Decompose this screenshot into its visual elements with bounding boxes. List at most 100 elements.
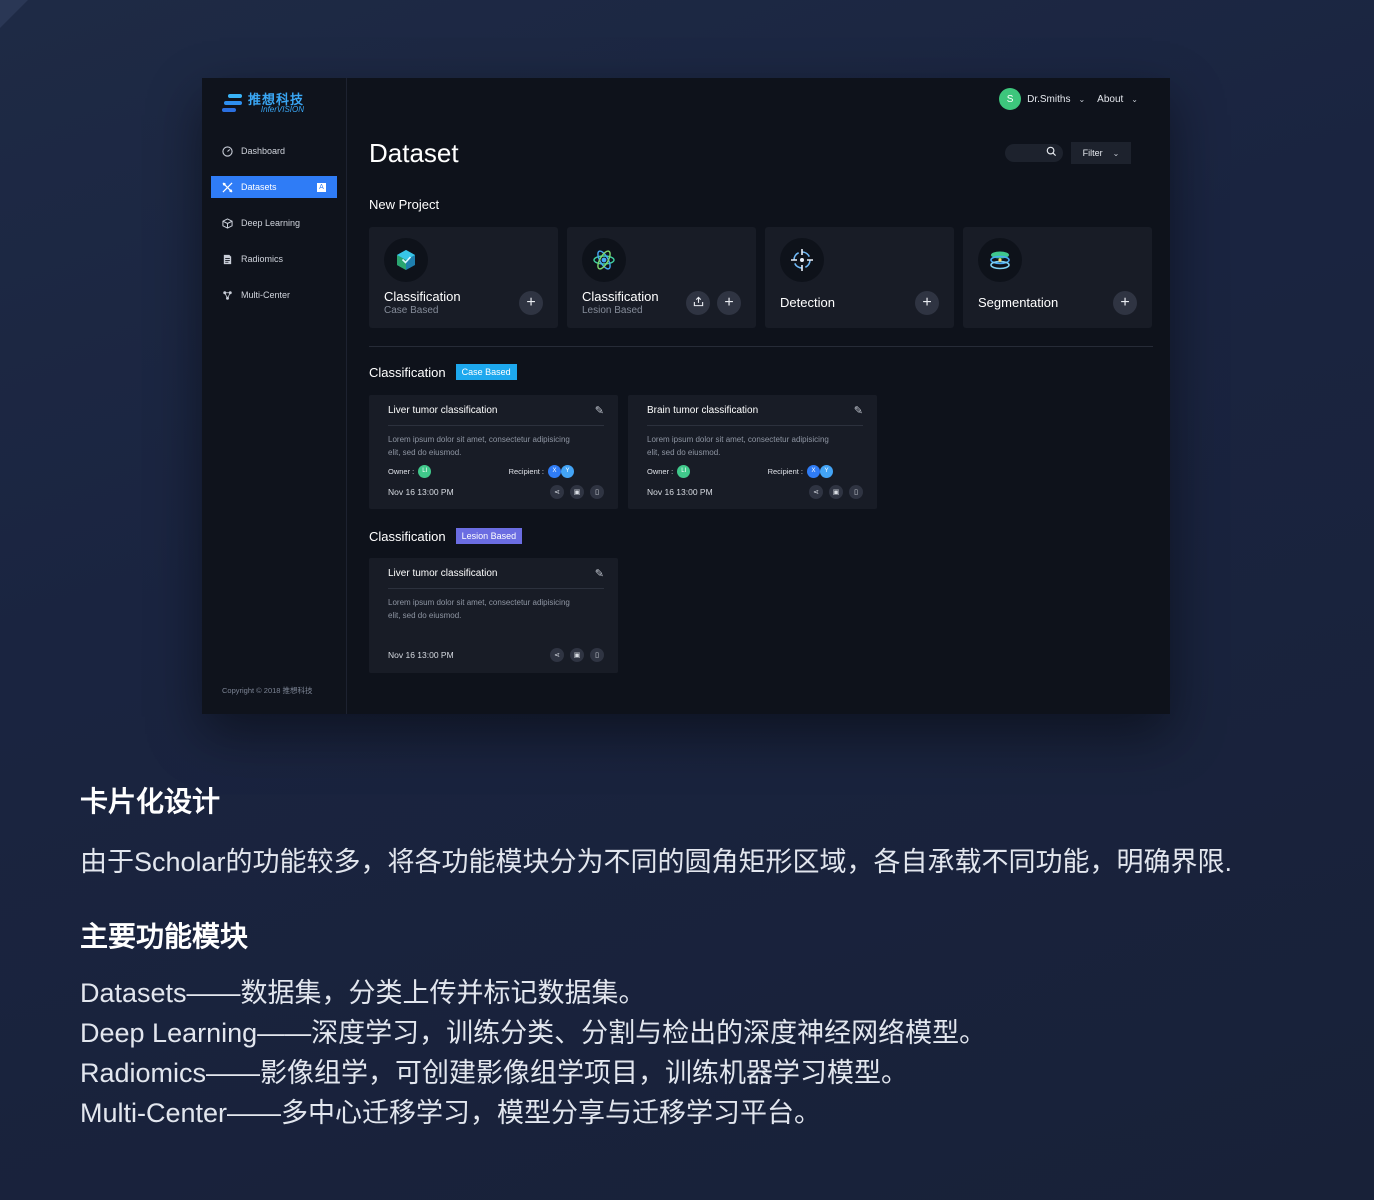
module-list: Datasets——数据集，分类上传并标记数据集。 Deep Learning—… [80,973,986,1133]
card-description: Lorem ipsum dolor sit amet, consectetur … [647,435,829,457]
lesion-based-tag: Lesion Based [455,528,523,544]
card-description: Lorem ipsum dolor sit amet, consectetur … [388,598,570,620]
upload-button[interactable] [686,291,710,315]
delete-icon[interactable]: ▯ [590,648,604,662]
document-icon [222,254,233,265]
network-icon [222,290,233,301]
card-title: Liver tumor classification [388,404,498,416]
crosshair-icon [780,238,824,282]
filter-label: Filter [1082,148,1103,158]
corner-decoration [0,0,28,28]
heading-main-modules: 主要功能模块 [80,921,249,952]
project-title: Segmentation [978,295,1059,310]
sidebar-item-label: Radiomics [241,254,284,264]
list-item: Multi-Center——多中心迁移学习，模型分享与迁移学习平台。 [80,1098,822,1128]
copy-icon[interactable]: ▣ [570,485,584,499]
upload-icon [693,296,704,310]
main-content: S Dr.Smiths ⌄ About ⌄ Dataset Filter ⌄ N… [347,78,1170,714]
owner-avatar: LI [677,464,691,478]
search-input[interactable] [1005,144,1063,162]
group-header: Classification Lesion Based [369,528,523,544]
avatar: S [999,88,1022,110]
sidebar-item-dashboard[interactable]: Dashboard [211,140,337,162]
delete-icon[interactable]: ▯ [849,485,863,499]
card-title: Liver tumor classification [388,567,498,579]
sidebar-item-radiomics[interactable]: Radiomics [211,248,337,270]
dataset-card[interactable]: Brain tumor classification ✎ Lorem ipsum… [628,395,877,509]
nav-badge: A [317,182,326,192]
recipient-avatar: Y [820,464,833,478]
share-icon[interactable]: ⋖ [550,485,564,499]
card-people-empty [388,627,604,641]
plus-icon: + [526,294,536,311]
share-icon[interactable]: ⋖ [809,485,823,499]
edit-icon[interactable]: ✎ [854,404,863,417]
plus-icon: + [1120,294,1130,311]
app-window: 推想科技 InferVISION Dashboard Datasets A De… [202,78,1170,714]
layers-icon [978,238,1022,282]
logo[interactable]: 推想科技 InferVISION [202,78,346,118]
filter-dropdown[interactable]: Filter ⌄ [1071,142,1131,164]
list-item: Radiomics——影像组学，可创建影像组学项目，训练机器学习模型。 [80,1058,909,1088]
project-title: Classification [582,289,659,304]
new-project-card[interactable]: Classification Case Based + [369,227,558,328]
edit-icon[interactable]: ✎ [595,404,604,417]
topbar: S Dr.Smiths ⌄ About ⌄ [999,88,1138,110]
copy-icon[interactable]: ▣ [829,485,843,499]
add-project-button[interactable]: + [717,291,741,315]
card-date: Nov 16 13:00 PM [388,650,454,660]
sidebar-nav: Dashboard Datasets A Deep Learning Radio… [202,140,346,306]
group-header: Classification Case Based [369,364,517,380]
box-icon [384,238,428,282]
sidebar-item-deep-learning[interactable]: Deep Learning [211,212,337,234]
about-label: About [1097,93,1124,105]
add-project-button[interactable]: + [915,291,939,315]
new-project-card[interactable]: Detection + [765,227,954,328]
about-menu[interactable]: About ⌄ [1097,94,1138,105]
group-title: Classification [369,528,446,544]
paragraph-card-design: 由于Scholar的功能较多，将各功能模块分为不同的圆角矩形区域，各自承载不同功… [80,847,1233,877]
divider [369,346,1153,347]
chevron-down-icon: ⌄ [1131,94,1138,104]
user-menu[interactable]: S Dr.Smiths ⌄ [999,88,1085,110]
dataset-card[interactable]: Liver tumor classification ✎ Lorem ipsum… [369,395,618,509]
sidebar-item-multi-center[interactable]: Multi-Center [211,284,337,306]
dataset-card[interactable]: Liver tumor classification ✎ Lorem ipsum… [369,558,618,673]
group-title: Classification [369,364,446,380]
delete-icon[interactable]: ▯ [590,485,604,499]
search-icon [1046,144,1057,162]
sidebar-item-datasets[interactable]: Datasets A [211,176,337,198]
list-item: Datasets——数据集，分类上传并标记数据集。 [80,978,646,1008]
chevron-down-icon: ⌄ [1078,94,1086,104]
owner-label: Owner : [388,466,415,476]
sidebar-item-label: Dashboard [241,146,286,156]
recipient-label: Recipient : [767,466,803,476]
cube-icon [222,217,233,229]
plus-icon: + [724,294,734,311]
owner-avatar: LI [418,464,432,478]
share-icon[interactable]: ⋖ [550,648,564,662]
copy-icon[interactable]: ▣ [570,648,584,662]
project-title: Classification [384,289,461,304]
card-title: Brain tumor classification [647,404,759,416]
list-item: Deep Learning——深度学习，训练分类、分割与检出的深度神经网络模型。 [80,1018,987,1048]
copyright: Copyright © 2018 推想科技 [222,686,313,695]
project-subtitle: Case Based [384,305,439,316]
edit-icon[interactable]: ✎ [595,567,604,580]
new-project-cards: Classification Case Based + Classificati… [369,227,1152,328]
logo-en: InferVISION [260,104,305,114]
new-project-card[interactable]: Classification Lesion Based + [567,227,756,328]
atom-icon [582,238,626,282]
project-title: Detection [780,295,835,310]
sidebar-item-label: Multi-Center [241,290,291,300]
project-subtitle: Lesion Based [582,305,643,316]
new-project-card[interactable]: Segmentation + [963,227,1152,328]
add-project-button[interactable]: + [519,291,543,315]
sidebar: 推想科技 InferVISION Dashboard Datasets A De… [202,78,347,714]
add-project-button[interactable]: + [1113,291,1137,315]
dashboard-gauge-icon [222,145,233,157]
logo-mark-icon [222,94,242,112]
card-date: Nov 16 13:00 PM [647,487,713,497]
recipient-avatar: Y [561,464,574,478]
sidebar-item-label: Datasets [241,182,277,192]
